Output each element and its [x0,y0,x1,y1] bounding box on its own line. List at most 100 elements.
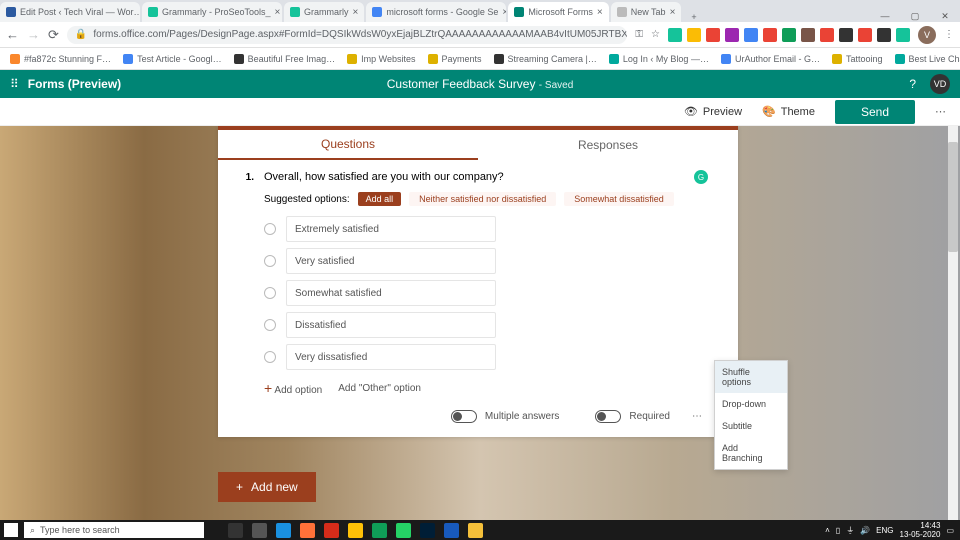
address-bar[interactable]: 🔒 forms.office.com/Pages/DesignPage.aspx… [67,26,628,44]
bookmark-item[interactable]: Test Article - Googl… [123,54,222,64]
extension-icon[interactable] [782,28,796,42]
tray-up-icon[interactable]: ˄ [825,526,830,535]
bookmark-item[interactable]: UrAuthor Email - G… [721,54,820,64]
add-other-link[interactable]: Add "Other" option [338,383,421,394]
option-input[interactable]: Somewhat satisfied [286,280,496,306]
taskbar-app-icon[interactable] [420,523,435,538]
extension-icon[interactable] [820,28,834,42]
chrome-profile[interactable]: V [918,26,936,44]
tab-questions[interactable]: Questions [218,130,478,160]
radio-icon[interactable] [264,287,276,299]
extension-icon[interactable] [801,28,815,42]
bookmark-item[interactable]: #fa872c Stunning F… [10,54,111,64]
taskbar-search[interactable]: ⌕ Type here to search [24,522,204,538]
tab-close-icon[interactable]: × [502,7,506,18]
browser-tab[interactable]: Grammarly× [284,2,364,22]
window-maximize[interactable]: ▢ [900,11,930,22]
key-icon[interactable]: ⚿ [635,29,643,40]
tab-close-icon[interactable]: × [275,7,281,18]
tab-close-icon[interactable]: × [670,7,676,18]
radio-icon[interactable] [264,319,276,331]
bookmark-item[interactable]: Log In ‹ My Blog —… [609,54,709,64]
sound-icon[interactable]: 🔊 [860,526,870,535]
vertical-scrollbar-thumb[interactable] [948,142,958,252]
add-all-button[interactable]: Add all [358,192,402,206]
question-text[interactable]: Overall, how satisfied are you with our … [264,171,684,183]
browser-tab[interactable]: New Tab× [611,2,682,22]
radio-icon[interactable] [264,255,276,267]
add-option-link[interactable]: + Add option [264,380,322,396]
tab-close-icon[interactable]: × [597,7,603,18]
taskbar-app-icon[interactable] [396,523,411,538]
bookmark-item[interactable]: Tattooing [832,54,883,64]
bookmark-item[interactable]: Streaming Camera |… [494,54,597,64]
chrome-menu[interactable]: ⋮ [944,29,954,40]
extension-icon[interactable] [877,28,891,42]
option-input[interactable]: Very dissatisfied [286,344,496,370]
extension-icon[interactable] [687,28,701,42]
send-button[interactable]: Send [835,100,915,124]
extension-icon[interactable] [744,28,758,42]
menu-item[interactable]: Drop-down [715,393,787,415]
theme-button[interactable]: 🎨 Theme [762,105,815,118]
menu-item[interactable]: Subtitle [715,415,787,437]
notifications-icon[interactable]: ▭ [946,526,954,535]
grammarly-icon[interactable]: G [694,170,708,184]
browser-tab[interactable]: microsoft forms - Google Se× [366,2,506,22]
extension-icon[interactable] [896,28,910,42]
preview-button[interactable]: 👁 Preview [684,105,742,118]
taskbar-app-icon[interactable] [468,523,483,538]
taskbar-app-icon[interactable] [228,523,243,538]
nav-back[interactable]: ← [6,27,19,42]
extension-icon[interactable] [706,28,720,42]
wifi-icon[interactable]: ⏚ [846,525,854,536]
multiple-answers-toggle[interactable] [451,410,477,423]
radio-icon[interactable] [264,223,276,235]
bookmark-item[interactable]: Beautiful Free Imag… [234,54,336,64]
new-tab-button[interactable]: + [683,12,704,22]
battery-icon[interactable]: ▯ [836,526,840,535]
option-input[interactable]: Dissatisfied [286,312,496,338]
extension-icon[interactable] [668,28,682,42]
taskbar-app-icon[interactable] [348,523,363,538]
app-launcher-icon[interactable]: ⠿ [10,77,18,91]
bookmark-item[interactable]: Best Live Chat [895,54,960,64]
form-title[interactable]: Customer Feedback Survey [387,77,536,91]
start-button[interactable] [4,523,18,537]
browser-tab[interactable]: Microsoft Forms× [508,2,608,22]
browser-tab[interactable]: Edit Post ‹ Tech Viral — Wor…× [0,2,140,22]
suggested-chip[interactable]: Somewhat dissatisfied [564,192,674,206]
taskbar-app-icon[interactable] [444,523,459,538]
browser-tab[interactable]: Grammarly - ProSeoTools_× [142,2,282,22]
star-icon[interactable]: ☆ [651,29,660,40]
taskbar-app-icon[interactable] [252,523,267,538]
language-indicator[interactable]: ENG [876,526,893,535]
extension-icon[interactable] [858,28,872,42]
menu-item[interactable]: Shuffle options [715,361,787,393]
suggested-chip[interactable]: Neither satisfied nor dissatisfied [409,192,556,206]
required-toggle[interactable] [595,410,621,423]
option-input[interactable]: Very satisfied [286,248,496,274]
taskbar-clock[interactable]: 14:43 13-05-2020 [900,521,941,539]
user-avatar[interactable]: VD [930,74,950,94]
nav-forward[interactable]: → [27,27,40,42]
taskbar-app-icon[interactable] [372,523,387,538]
extension-icon[interactable] [725,28,739,42]
taskbar-app-icon[interactable] [300,523,315,538]
extension-icon[interactable] [763,28,777,42]
menu-item[interactable]: Add Branching [715,437,787,469]
window-close[interactable]: ✕ [930,11,960,22]
taskbar-app-icon[interactable] [276,523,291,538]
more-menu[interactable]: ⋯ [935,105,948,118]
radio-icon[interactable] [264,351,276,363]
help-icon[interactable]: ? [909,77,916,91]
taskbar-app-icon[interactable] [324,523,339,538]
bookmark-item[interactable]: Imp Websites [347,54,415,64]
add-new-question-button[interactable]: + Add new [218,472,316,502]
question-more-menu[interactable]: ⋯ [692,411,702,422]
tab-responses[interactable]: Responses [478,130,738,160]
extension-icon[interactable] [839,28,853,42]
nav-reload[interactable]: ⟳ [48,27,59,43]
tab-close-icon[interactable]: × [353,7,359,18]
option-input[interactable]: Extremely satisfied [286,216,496,242]
